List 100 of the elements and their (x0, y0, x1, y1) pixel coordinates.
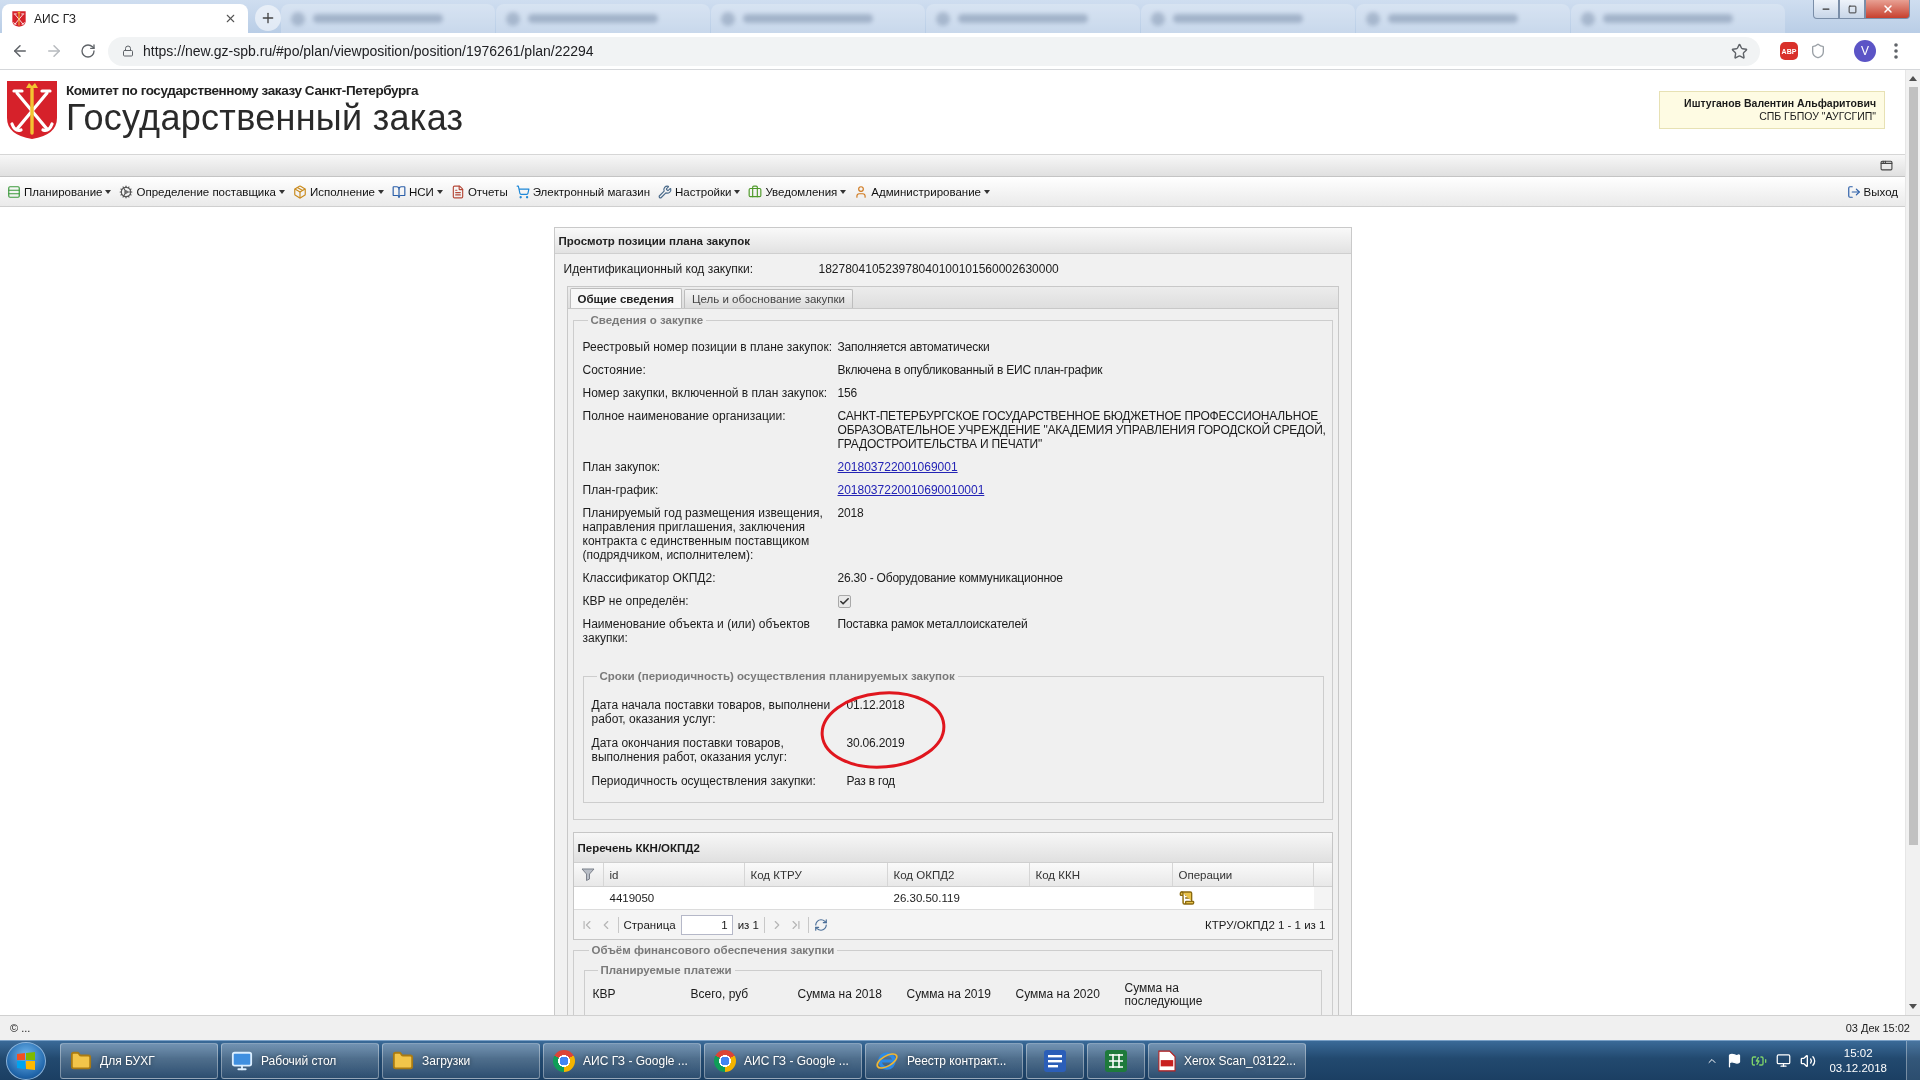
menu-item[interactable]: Администрирование (851, 180, 993, 203)
page-input[interactable]: 1 (680, 914, 733, 935)
field-value: 01.12.2018 (846, 698, 906, 712)
document-tile-icon (1043, 1048, 1067, 1073)
scrollbar[interactable] (1905, 70, 1920, 1015)
filter-icon[interactable] (581, 868, 595, 881)
new-tab-button[interactable] (255, 5, 281, 31)
field-label: Номер закупки, включенной в план закупок: (582, 386, 828, 400)
minimize-button[interactable] (1813, 0, 1839, 19)
column-header[interactable]: Код КТРУ (744, 863, 888, 886)
start-button[interactable] (6, 1041, 46, 1080)
close-icon (1881, 3, 1894, 15)
profile-button[interactable]: V (1854, 40, 1876, 62)
field-label: Дата начала поставки товаров, выполнени работ, оказания услуг: (591, 698, 832, 726)
field-label: Состояние: (582, 363, 647, 377)
section-legend: Планируемые платежи (597, 963, 735, 977)
menu-item[interactable]: Исполнение (290, 180, 387, 203)
column-header[interactable]: Операции (1172, 863, 1314, 886)
menu-item[interactable]: Настройки (655, 180, 744, 203)
plan-link[interactable]: 201803722001069001 (837, 460, 958, 474)
menu-item[interactable]: Планирование (4, 180, 115, 203)
internet-explorer-icon (875, 1049, 899, 1072)
spreadsheet-tile-icon (1104, 1048, 1128, 1073)
flag-icon[interactable] (1727, 1053, 1743, 1068)
field-value: Включена в опубликованный в ЕИС план-график (837, 363, 1104, 377)
logout-button[interactable]: Выход (1843, 180, 1901, 203)
blurred-favicon-icon (291, 11, 305, 26)
menu-item[interactable]: Отчеты (447, 180, 511, 203)
field-value: 26.30 - Оборудование коммуникационное (837, 571, 1064, 585)
book-icon (392, 184, 406, 199)
taskbar-button[interactable]: Для БУХГ (60, 1042, 218, 1079)
field-label: Реестровый номер позиции в плане закупок: (582, 340, 834, 354)
taskbar-button[interactable]: Загрузки (382, 1042, 540, 1079)
section-legend: Сроки (периодичность) осуществления планируемых закупок (596, 669, 958, 683)
taskbar-button[interactable]: Реестр контракт... (865, 1042, 1023, 1079)
column-header[interactable]: id (603, 863, 745, 886)
menu-item[interactable]: НСИ (389, 180, 446, 203)
maximize-button[interactable] (1839, 0, 1865, 19)
reload-icon (80, 43, 96, 59)
browser-tab[interactable]: АИС ГЗ (2, 4, 248, 33)
emblem-logo (6, 80, 58, 140)
scroll-icon[interactable] (1178, 890, 1195, 906)
menu-item[interactable]: Электронный магазин (512, 180, 653, 203)
refresh-button[interactable] (813, 917, 828, 932)
site-title: Государственный заказ (66, 99, 464, 137)
forward-arrow-icon (45, 42, 63, 60)
page-label: Страница (623, 918, 676, 931)
user-organization: СПБ ГБПОУ "АУГСГИП" (1759, 110, 1876, 123)
clock-date[interactable]: 03.12.2018 (1829, 1060, 1887, 1076)
field-value: Раз в год (846, 774, 896, 788)
column-header[interactable]: Код ОКПД2 (887, 863, 1030, 886)
grid-row[interactable]: 4419050 26.30.50.119 (573, 887, 1314, 909)
menu-item[interactable]: Определение поставщика (116, 180, 288, 203)
menu-item[interactable]: Уведомления (745, 180, 850, 203)
taskbar-button[interactable] (1087, 1042, 1145, 1079)
address-field[interactable]: https://new.gz-spb.ru/#po/plan/viewposition/position/1976261/plan/22294 (108, 36, 1760, 66)
section-legend: Сведения о закупке (587, 313, 707, 327)
taskbar-button[interactable]: Xerox Scan_03122... (1148, 1042, 1306, 1079)
taskbar-button[interactable]: Рабочий стол (221, 1042, 379, 1079)
bookmark-star-icon[interactable] (1731, 42, 1748, 60)
field-label: Классификатор ОКПД2: (582, 571, 717, 585)
panel-header: Просмотр позиции плана закупок (554, 228, 1351, 254)
window-icon[interactable] (1880, 159, 1893, 172)
field-value: Поставка рамок металлоискателей (837, 617, 1029, 631)
scroll-up-icon[interactable] (1909, 76, 1917, 81)
lock-icon (122, 45, 134, 57)
column-header[interactable]: Код ККН (1029, 863, 1173, 886)
field-value: 2018 (837, 506, 865, 520)
checkbox[interactable] (837, 595, 851, 608)
taskbar-button[interactable]: АИС ГЗ - Google ... (704, 1042, 862, 1079)
close-button[interactable] (1865, 0, 1910, 19)
plan-link[interactable]: 2018037220010690010001 (837, 483, 985, 497)
field-label: Наименование объекта и (или) объектов закупки: (582, 617, 811, 645)
field-value: Заполняется автоматически (837, 340, 991, 354)
blurred-favicon-icon (936, 11, 950, 26)
tab[interactable]: Цель и обоснование закупки (684, 289, 853, 308)
menu-icon (1894, 43, 1898, 59)
field-label: Периодичность осуществления закупки: (591, 774, 817, 788)
scroll-down-icon[interactable] (1909, 1004, 1917, 1009)
table-cell: 26.30.50.119 (893, 892, 960, 904)
network-icon[interactable] (1776, 1053, 1792, 1068)
taskbar-button[interactable] (1026, 1042, 1084, 1079)
pdf-file-icon (1158, 1048, 1176, 1073)
code-label: Идентификационный код закупки: (563, 262, 755, 276)
column-header: Всего, руб (690, 987, 749, 1001)
user-icon (854, 184, 869, 199)
speaker-icon[interactable] (1800, 1052, 1817, 1069)
monitor-icon (231, 1049, 253, 1072)
blurred-favicon-icon (1581, 11, 1595, 26)
refresh-icon (813, 917, 828, 932)
scrollbar-thumb[interactable] (1908, 87, 1918, 845)
tab[interactable]: Общие сведения (569, 288, 683, 308)
clock-time[interactable]: 15:02 (1843, 1045, 1873, 1061)
show-desktop-button[interactable] (1906, 1041, 1920, 1080)
section-legend: Объём финансового обеспечения закупки (588, 943, 838, 957)
field-value: САНКТ-ПЕТЕРБУРГСКОЕ ГОСУДАРСТВЕННОЕ БЮДЖЕТНОЕ ПРОФЕССИОНАЛЬНОЕ ОБРАЗОВАТЕЛЬНОЕ УЧРЕЖДЕНИЕ "АКАДЕМИЯ УПРАВЛЕНИЯ ГОРОДСКОЙ СРЕДОЙ, ГРАДОСТРОИТЕЛЬСТВА И ПЕЧАТИ" (837, 409, 1327, 451)
list-icon (7, 184, 21, 199)
field-value: 156 (837, 386, 858, 400)
package-icon (293, 184, 307, 199)
taskbar-button[interactable]: АИС ГЗ - Google ... (543, 1042, 701, 1079)
